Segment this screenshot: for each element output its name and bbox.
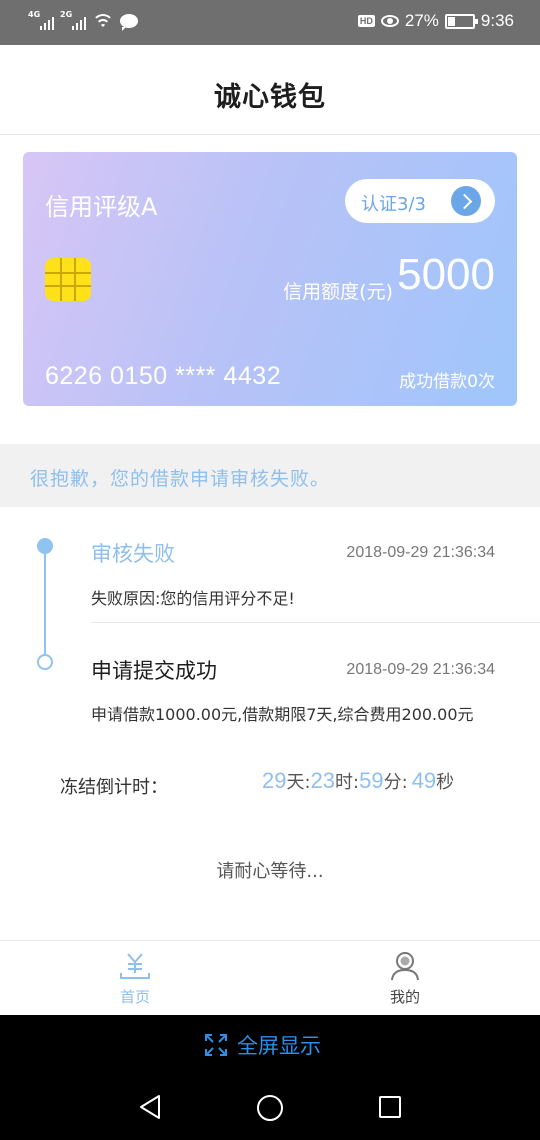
eye-icon [380, 15, 399, 27]
step-time: 2018-09-29 21:36:34 [346, 544, 495, 561]
wifi-icon [92, 12, 114, 30]
yen-icon [120, 953, 150, 979]
expand-icon [205, 1034, 227, 1056]
step-desc: 申请借款1000.00元,借款期限7天,综合费用200.00元 [91, 705, 474, 724]
fullscreen-label: 全屏显示 [237, 1034, 321, 1058]
step-title: 申请提交成功 [91, 659, 217, 683]
recent-apps-icon[interactable] [379, 1096, 401, 1118]
chevron-right-icon [451, 186, 481, 216]
credit-rating: 信用评级A [45, 193, 158, 221]
tab-mine[interactable]: 我的 [360, 941, 450, 1016]
signal-icon: 2G [60, 10, 86, 30]
message-icon [120, 14, 138, 31]
wait-text: 请耐心等待... [216, 861, 324, 882]
countdown-seconds: 49 [411, 768, 437, 793]
timeline-dot-active [37, 538, 53, 554]
loan-count: 成功借款0次 [399, 372, 495, 392]
notice-text: 很抱歉，您的借款申请审核失败。 [30, 468, 331, 490]
step-title: 审核失败 [91, 542, 175, 566]
credit-limit-label: 信用额度(元) [283, 281, 393, 303]
countdown-minutes-unit: 分: [383, 772, 408, 793]
battery-percent: 27% [404, 11, 439, 30]
user-icon [391, 952, 419, 981]
countdown-minutes: 59 [359, 768, 384, 793]
fullscreen-button[interactable]: 全屏显示 [205, 1030, 321, 1060]
home-icon[interactable] [257, 1095, 283, 1121]
bottom-tab-bar: 首页 我的 [0, 940, 540, 1015]
signal-icon: 4G [28, 10, 54, 30]
countdown-days-unit: 天: [286, 772, 311, 793]
hd-badge: HD [357, 15, 375, 27]
fail-notice: 很抱歉，您的借款申请审核失败。 [0, 444, 540, 507]
countdown-seconds-unit: 秒 [436, 772, 455, 793]
divider [91, 622, 540, 623]
status-bar: 4G 2G HD 27% 9:36 [0, 0, 540, 45]
timeline-line [44, 546, 46, 662]
step-desc: 失败原因:您的信用评分不足! [91, 589, 295, 608]
countdown-days: 29 [262, 768, 287, 793]
countdown-hours-unit: 时: [335, 772, 360, 793]
countdown-label: 冻结倒计时： [60, 777, 168, 798]
system-nav-bar [0, 1077, 540, 1140]
page-title: 诚心钱包 [214, 82, 326, 113]
card-number: 6226 0150 **** 4432 [45, 362, 282, 390]
credit-card: 信用评级A 认证3/3 信用额度(元) 5000 6226 0150 **** … [23, 152, 517, 406]
countdown-timer: 29 天: 23 时: 59 分: 49 秒 [262, 768, 454, 794]
card-chip-icon [45, 258, 91, 301]
step-time: 2018-09-29 21:36:34 [346, 661, 495, 678]
timeline-dot [37, 654, 53, 670]
battery-icon [444, 13, 478, 29]
credit-limit-value: 5000 [397, 250, 495, 299]
clock: 9:36 [480, 11, 514, 30]
certification-label: 认证3/3 [361, 194, 426, 215]
fullscreen-bar: 全屏显示 [0, 1015, 540, 1077]
tab-home[interactable]: 首页 [90, 941, 180, 1016]
tab-mine-label: 我的 [389, 988, 420, 1006]
certification-button[interactable]: 认证3/3 [345, 179, 495, 223]
back-icon[interactable] [138, 1094, 162, 1120]
tab-home-label: 首页 [119, 988, 150, 1006]
countdown-hours: 23 [310, 768, 336, 793]
app-header: 诚心钱包 [0, 45, 540, 135]
